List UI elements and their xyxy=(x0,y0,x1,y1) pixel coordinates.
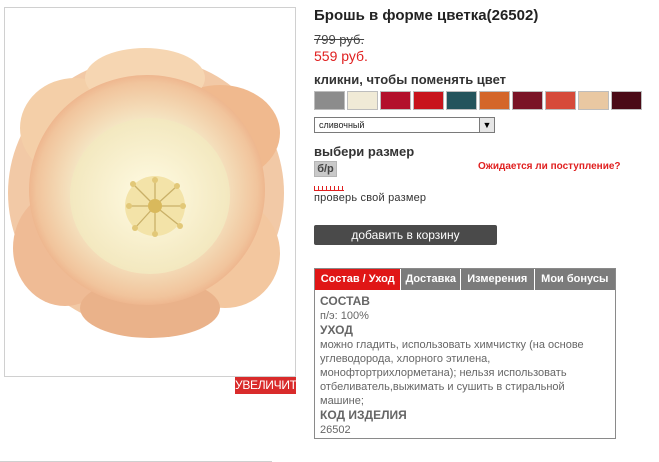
info-tabs: Состав / Уход Доставка Измерения Мои бон… xyxy=(315,269,615,290)
check-size-link[interactable]: проверь свой размер xyxy=(314,192,426,204)
color-swatch-grey[interactable] xyxy=(314,91,345,110)
zoom-button[interactable]: УВЕЛИЧИТЬ xyxy=(235,377,305,394)
composition-text: п/э: 100% xyxy=(320,310,369,322)
product-image[interactable] xyxy=(4,7,296,377)
color-select-value: сливочный xyxy=(319,120,365,130)
old-price: 799 руб. xyxy=(314,32,365,47)
tab-delivery[interactable]: Доставка xyxy=(401,269,462,290)
composition-heading: СОСТАВ xyxy=(320,294,370,308)
chevron-down-icon[interactable]: ▼ xyxy=(479,118,494,132)
color-label: кликни, чтобы поменять цвет xyxy=(314,72,507,87)
color-swatch-red[interactable] xyxy=(413,91,444,110)
add-to-cart-button[interactable]: добавить в корзину xyxy=(314,225,497,245)
tab-my-bonuses[interactable]: Мои бонусы xyxy=(534,269,615,290)
tab-composition-care[interactable]: Состав / Уход xyxy=(315,269,402,290)
color-swatch-burgundy[interactable] xyxy=(512,91,543,110)
flower-brooch-image xyxy=(8,48,284,338)
product-code-heading: КОД ИЗДЕЛИЯ xyxy=(320,408,407,422)
color-swatch-peach[interactable] xyxy=(578,91,609,110)
info-content: СОСТАВ п/э: 100% УХОД можно гладить, исп… xyxy=(315,290,615,441)
color-swatch-crimson[interactable] xyxy=(380,91,411,110)
size-label: выбери размер xyxy=(314,144,415,159)
color-swatch-dark-red[interactable] xyxy=(611,91,642,110)
info-panel: Состав / Уход Доставка Измерения Мои бон… xyxy=(314,268,616,439)
size-option[interactable]: б/р xyxy=(314,161,337,177)
sale-price: 559 руб. xyxy=(314,48,368,64)
notify-availability-link[interactable]: Ожидается ли поступление? xyxy=(478,161,621,172)
care-text: можно гладить, использовать химчистку (н… xyxy=(320,339,584,407)
color-swatch-teal[interactable] xyxy=(446,91,477,110)
color-swatch-coral[interactable] xyxy=(545,91,576,110)
color-swatch-orange[interactable] xyxy=(479,91,510,110)
product-code-value: 26502 xyxy=(320,424,351,436)
color-swatch-cream[interactable] xyxy=(347,91,378,110)
color-select[interactable]: сливочный ▼ xyxy=(314,117,495,133)
tab-measurements[interactable]: Измерения xyxy=(461,269,535,290)
ruler-icon[interactable] xyxy=(314,185,344,191)
color-swatches xyxy=(314,91,644,110)
care-heading: УХОД xyxy=(320,323,353,337)
product-title: Брошь в форме цветка(26502) xyxy=(314,7,539,24)
